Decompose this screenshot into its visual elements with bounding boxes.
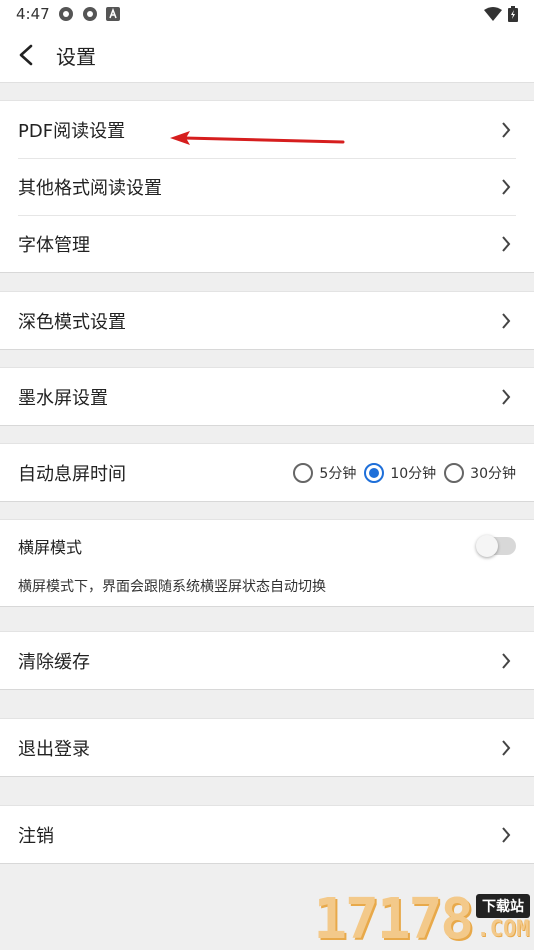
chevron-right-icon bbox=[496, 825, 516, 845]
clear-cache-item[interactable]: 清除缓存 bbox=[0, 632, 534, 689]
eink-group: 墨水屏设置 bbox=[0, 367, 534, 426]
radio-button-selected[interactable] bbox=[364, 462, 385, 483]
font-notification-icon bbox=[105, 7, 120, 21]
screen-off-time-item: 自动息屏时间 5分钟 10分钟 30分钟 bbox=[0, 444, 534, 501]
item-label: 其他格式阅读设置 bbox=[18, 177, 162, 199]
radio-button[interactable] bbox=[293, 462, 314, 483]
landscape-mode-group: 横屏模式 横屏模式下，界面会跟随系统横竖屏状态自动切换 bbox=[0, 519, 534, 607]
chevron-right-icon bbox=[496, 177, 516, 197]
app-notification-icon bbox=[82, 6, 98, 22]
reading-settings-group: PDF阅读设置 其他格式阅读设置 字体管理 bbox=[0, 100, 534, 273]
radio-button[interactable] bbox=[444, 462, 465, 483]
page-title: 设置 bbox=[56, 44, 96, 69]
radio-option-5min[interactable]: 5分钟 bbox=[293, 462, 357, 483]
radio-label: 30分钟 bbox=[470, 465, 516, 482]
back-arrow-icon bbox=[19, 44, 33, 66]
dark-mode-settings-item[interactable]: 深色模式设置 bbox=[0, 292, 534, 349]
logout-group: 退出登录 bbox=[0, 718, 534, 777]
wifi-icon bbox=[484, 7, 502, 21]
landscape-mode-description: 横屏模式下，界面会跟随系统横竖屏状态自动切换 bbox=[18, 579, 326, 595]
item-label: 深色模式设置 bbox=[18, 311, 126, 333]
radio-label: 5分钟 bbox=[319, 465, 357, 482]
screen-off-group: 自动息屏时间 5分钟 10分钟 30分钟 bbox=[0, 443, 534, 502]
status-bar: 4:47 bbox=[0, 0, 534, 28]
item-label: 退出登录 bbox=[18, 738, 90, 760]
cancel-account-item[interactable]: 注销 bbox=[0, 806, 534, 863]
cache-group: 清除缓存 bbox=[0, 631, 534, 690]
back-button[interactable] bbox=[12, 41, 40, 69]
item-label: 墨水屏设置 bbox=[18, 387, 108, 409]
radio-label: 10分钟 bbox=[390, 465, 437, 482]
watermark-com: .COM bbox=[476, 916, 530, 942]
chevron-right-icon bbox=[496, 651, 516, 671]
radio-option-10min[interactable]: 10分钟 bbox=[364, 462, 437, 483]
cancel-account-group: 注销 bbox=[0, 805, 534, 864]
item-label: 清除缓存 bbox=[18, 651, 90, 673]
toggle-knob bbox=[476, 535, 498, 557]
eink-settings-item[interactable]: 墨水屏设置 bbox=[0, 368, 534, 425]
dark-mode-group: 深色模式设置 bbox=[0, 291, 534, 350]
chevron-right-icon bbox=[496, 311, 516, 331]
watermark-badge: 下载站 bbox=[476, 893, 530, 918]
app-notification-icon bbox=[58, 6, 74, 22]
watermark-digits: 17178 bbox=[313, 887, 474, 950]
radio-option-30min[interactable]: 30分钟 bbox=[444, 462, 516, 483]
logout-item[interactable]: 退出登录 bbox=[0, 719, 534, 776]
chevron-right-icon bbox=[496, 234, 516, 254]
font-management-item[interactable]: 字体管理 bbox=[0, 215, 534, 272]
status-time: 4:47 bbox=[16, 5, 50, 23]
landscape-mode-toggle[interactable] bbox=[476, 535, 516, 557]
chevron-right-icon bbox=[496, 387, 516, 407]
screen-off-radio-group: 5分钟 10分钟 30分钟 bbox=[293, 462, 516, 483]
item-label: 注销 bbox=[18, 825, 54, 847]
watermark-logo: 17178 下载站 .COM bbox=[313, 892, 534, 950]
other-format-reading-settings-item[interactable]: 其他格式阅读设置 bbox=[0, 158, 534, 215]
annotation-arrow-icon bbox=[170, 131, 345, 145]
battery-icon bbox=[508, 6, 518, 22]
app-bar: 设置 bbox=[0, 28, 534, 83]
chevron-right-icon bbox=[496, 120, 516, 140]
item-label: 字体管理 bbox=[18, 234, 90, 256]
item-label: 自动息屏时间 bbox=[18, 463, 126, 485]
landscape-mode-title: 横屏模式 bbox=[18, 538, 83, 557]
chevron-right-icon bbox=[496, 738, 516, 758]
